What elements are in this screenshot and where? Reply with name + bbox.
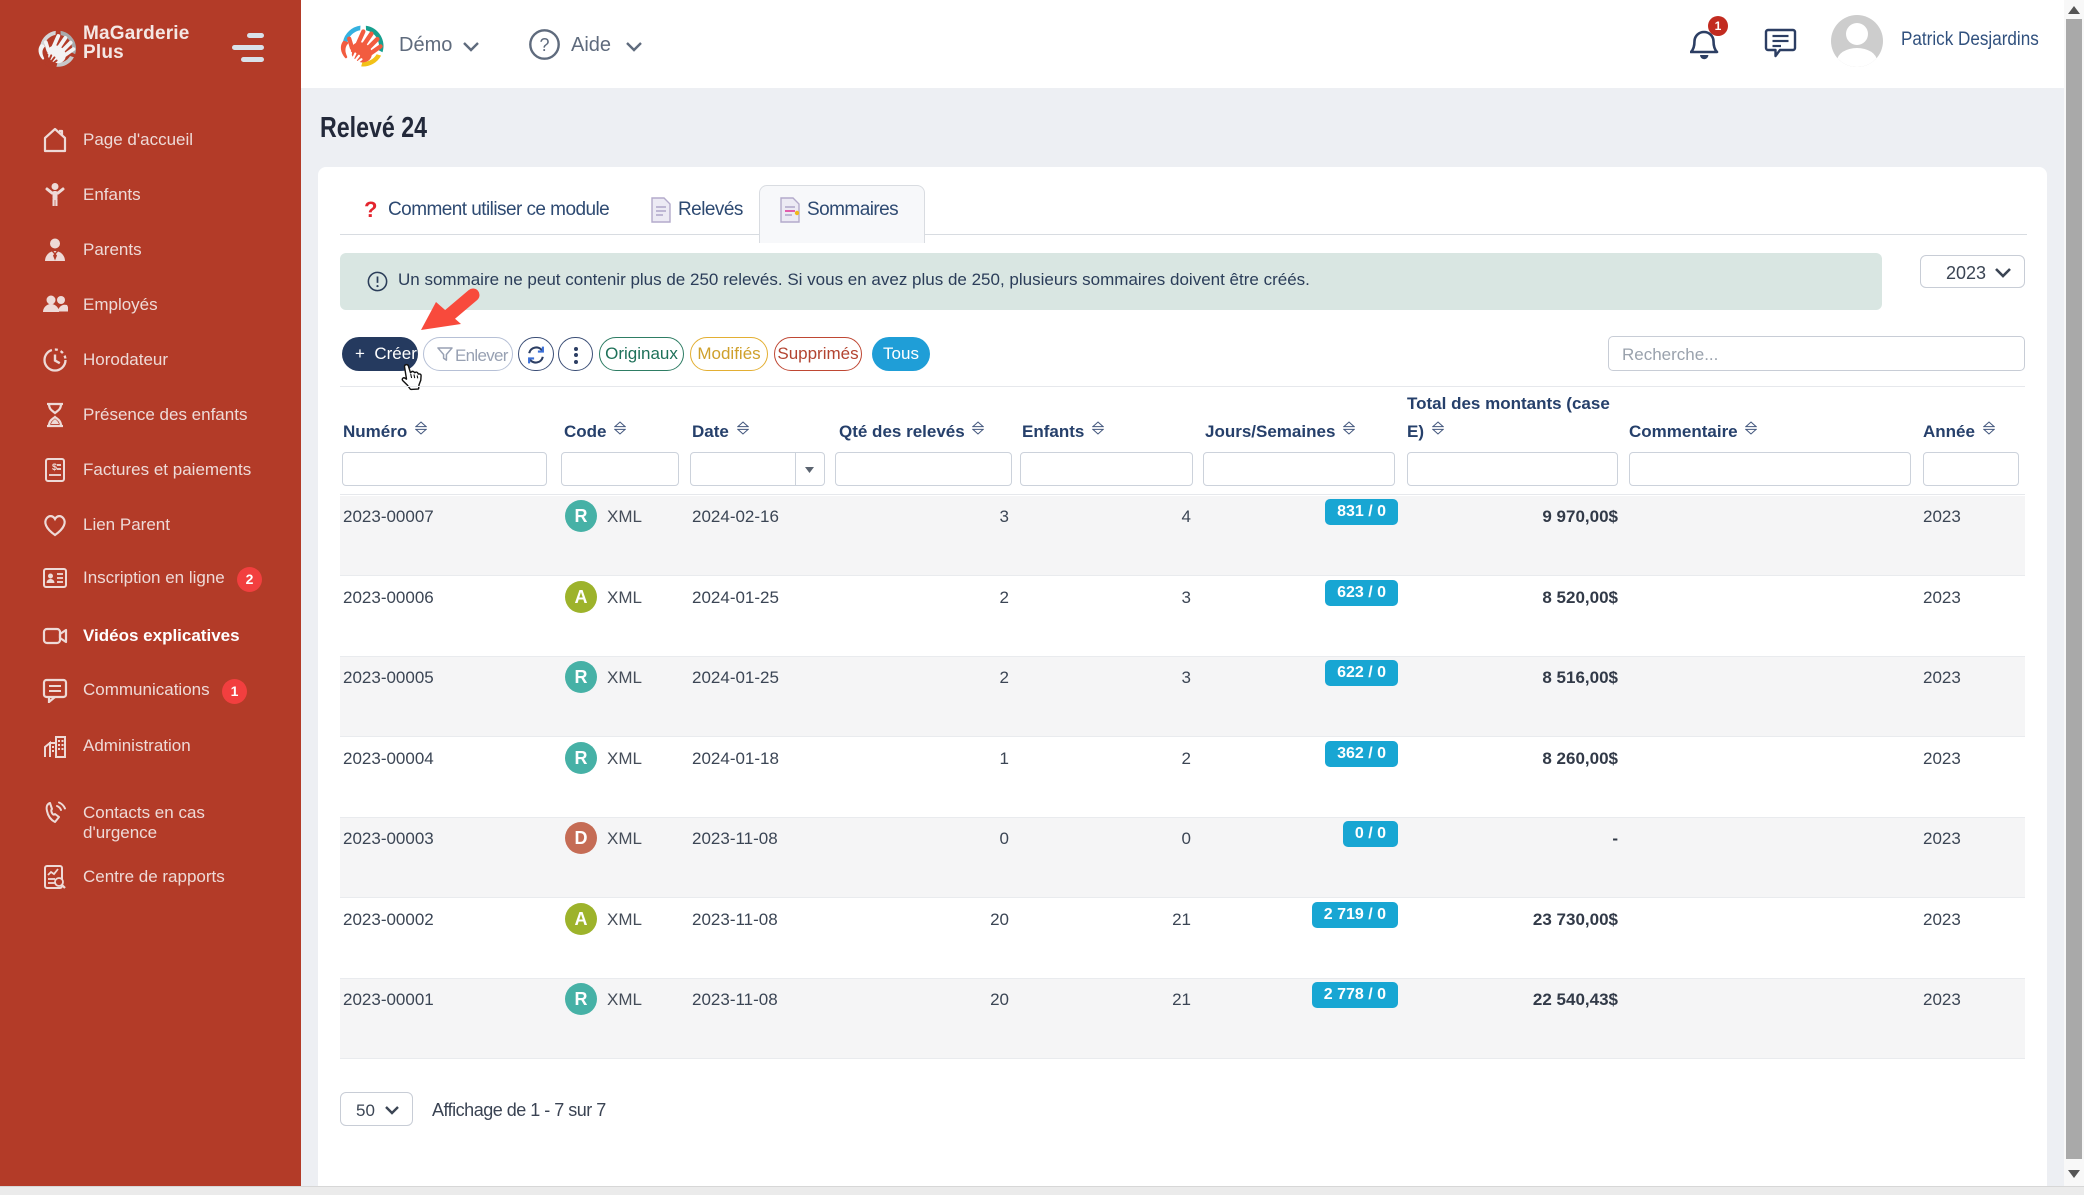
svg-text:$: $	[52, 462, 57, 472]
svg-text:?: ?	[539, 35, 549, 55]
